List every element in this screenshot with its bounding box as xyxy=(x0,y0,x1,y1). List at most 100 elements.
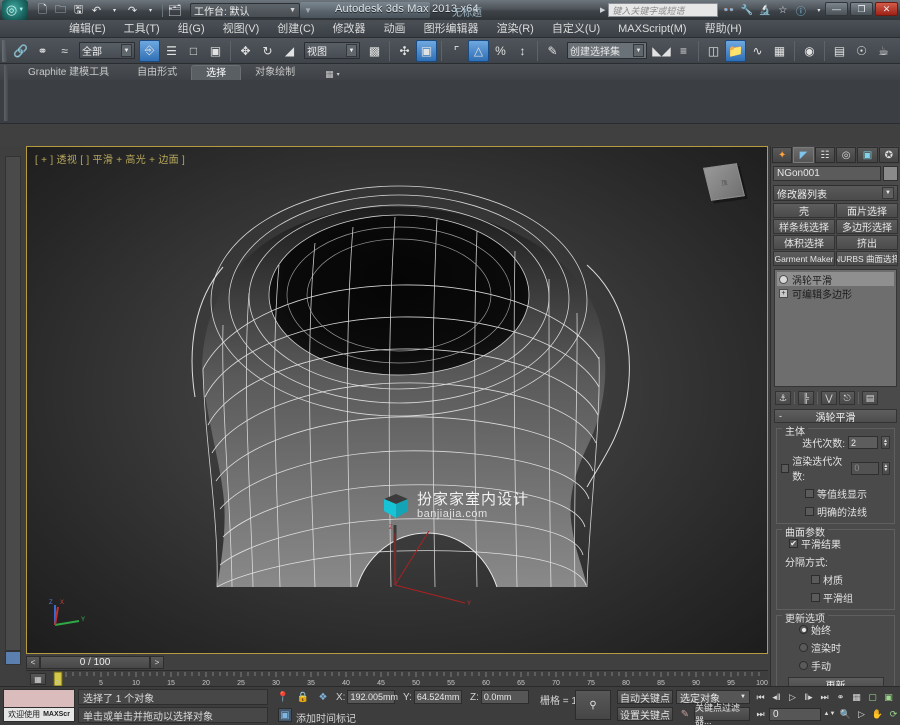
iterations-field[interactable]: 2 xyxy=(848,436,878,449)
modifier-button-spline-select[interactable]: 样条线选择 xyxy=(773,219,835,234)
render-production-icon[interactable]: ☕ xyxy=(873,40,894,62)
next-frame-icon[interactable]: ‖▸ xyxy=(801,690,816,704)
zoom-region-icon[interactable]: ▷ xyxy=(854,707,869,721)
key-mode-toggle-icon[interactable]: ⚭ xyxy=(833,690,848,704)
key-toggle-button[interactable]: ⚲ xyxy=(575,690,611,720)
modifier-stack[interactable]: 涡轮平滑 + 可编辑多边形 xyxy=(774,269,897,387)
modifier-button-extrude[interactable]: 挤出 xyxy=(836,235,898,250)
coord-x-field[interactable]: 192.005mm xyxy=(347,690,398,704)
time-configuration-icon[interactable]: ▦ xyxy=(849,690,864,704)
menu-create[interactable]: 创建(C) xyxy=(268,20,323,38)
goto-start-icon[interactable]: ⏮ xyxy=(753,690,768,704)
application-menu-button[interactable]: ◎ ▼ xyxy=(2,0,28,20)
render-setup-icon[interactable]: ▤ xyxy=(829,40,850,62)
pin-stack-icon[interactable]: ⚓ xyxy=(775,391,791,405)
schematic-view-icon[interactable]: ▦ xyxy=(769,40,790,62)
open-file-icon[interactable]: 🗀 xyxy=(52,2,69,18)
select-and-manipulate-icon[interactable]: ✣ xyxy=(394,40,415,62)
lightbulb-icon[interactable] xyxy=(779,274,788,284)
modifier-button-vol-select[interactable]: 体积选择 xyxy=(773,235,835,250)
explicit-normals-checkbox[interactable] xyxy=(805,507,814,516)
percent-snap-toggle-icon[interactable]: % xyxy=(490,40,511,62)
iterations-spinner[interactable]: ▲ ▼ xyxy=(881,436,890,449)
selection-filter-combo[interactable]: 全部 ▼ xyxy=(79,42,135,59)
pan-icon[interactable]: ✋ xyxy=(870,707,885,721)
modifier-button-shell[interactable]: 壳 xyxy=(773,203,835,218)
select-object-icon[interactable]: ⎆ xyxy=(139,39,160,62)
make-unique-icon[interactable]: ⋁ xyxy=(821,391,837,405)
modifier-button-garment-maker[interactable]: Garment Maker xyxy=(773,251,835,266)
workspace-selector[interactable]: 工作台: 默认 ▼ xyxy=(190,2,300,18)
add-time-tag-icon[interactable]: ▣ xyxy=(278,708,292,722)
goto-end-frame-icon[interactable]: ⏭ xyxy=(753,707,768,721)
menu-views[interactable]: 视图(V) xyxy=(214,20,269,38)
modifier-button-poly-select[interactable]: 多边形选择 xyxy=(836,219,898,234)
perspective-viewport[interactable]: [ + ] 透视 [ ] 平滑 + 高光 + 边面 ] 顶 Z Y 扮家家室内设… xyxy=(27,147,767,653)
left-toolbar-strip[interactable] xyxy=(5,156,21,651)
redo-dropdown-icon[interactable]: ▾ xyxy=(142,2,159,18)
utilities-tab[interactable]: ✪ xyxy=(878,147,899,163)
keyboard-shortcut-override-icon[interactable]: ▣ xyxy=(416,39,437,62)
key-filter-pencil-icon[interactable]: ✎ xyxy=(678,707,692,721)
orbit-icon[interactable]: ⟳ xyxy=(886,707,900,721)
modifier-button-patch-select[interactable]: 面片选择 xyxy=(836,203,898,218)
mirror-icon[interactable]: ◣◢ xyxy=(651,40,672,62)
window-crossing-icon[interactable]: ▣ xyxy=(205,40,226,62)
save-file-icon[interactable]: 🖫 xyxy=(70,2,87,18)
show-end-result-icon[interactable]: ╠ xyxy=(798,391,814,405)
coord-z-field[interactable]: 0.0mm xyxy=(480,690,529,704)
prev-frame-icon[interactable]: ◂‖ xyxy=(769,690,784,704)
track-bar[interactable]: ▦ 0 5 10 15 20 25 30 35 40 45 50 55 60 6… xyxy=(26,670,768,687)
chevron-down-icon[interactable]: ▾ xyxy=(337,71,340,78)
modifier-button-nurbs-select[interactable]: NURBS 曲面选择 xyxy=(836,251,898,266)
render-iterations-checkbox[interactable] xyxy=(781,463,790,473)
snap-toggle-icon[interactable]: ⌜ xyxy=(446,40,467,62)
create-tab[interactable]: ✦ xyxy=(772,147,793,163)
menu-graph-editors[interactable]: 图形编辑器 xyxy=(415,20,488,38)
toolbar-grip[interactable] xyxy=(2,39,7,62)
pin-stack-icon[interactable]: 📍 xyxy=(276,690,290,704)
ribbon-display-icon[interactable]: ▦ xyxy=(325,69,334,80)
ribbon-tab-object-paint[interactable]: 对象绘制 xyxy=(241,65,309,80)
left-toolbar-accent[interactable] xyxy=(5,651,21,665)
select-and-scale-icon[interactable]: ◢ xyxy=(279,40,300,62)
object-color-swatch[interactable] xyxy=(883,166,898,181)
ribbon-grip[interactable] xyxy=(4,65,8,121)
render-iterations-field[interactable]: 0 xyxy=(851,461,879,475)
binoculars-icon[interactable]: 👓 xyxy=(721,3,736,17)
update-render-radio[interactable] xyxy=(799,643,808,652)
absolute-transform-icon[interactable]: ❖ xyxy=(316,690,330,704)
key-filters-button[interactable]: 关键点过滤器... xyxy=(694,703,750,725)
minimize-button[interactable]: — xyxy=(825,2,848,16)
help-icon[interactable]: ⓘ xyxy=(793,3,808,18)
scene-explorer-icon[interactable]: 📁 xyxy=(725,39,746,62)
goto-end-icon[interactable]: ⏭ xyxy=(817,690,832,704)
use-pivot-point-center-icon[interactable]: ▩ xyxy=(364,40,385,62)
current-frame-field[interactable]: 0 / 100 xyxy=(40,656,150,669)
bind-space-warp-icon[interactable]: ≈ xyxy=(54,40,75,62)
edit-named-selection-sets-icon[interactable]: ✎ xyxy=(542,40,563,62)
remove-modifier-icon[interactable]: ⎋ xyxy=(839,391,855,405)
display-tab[interactable]: ▣ xyxy=(857,147,878,163)
modify-tab[interactable]: ◤ xyxy=(793,147,814,163)
set-key-button[interactable]: 设置关键点 xyxy=(617,707,673,722)
menu-maxscript[interactable]: MAXScript(M) xyxy=(609,20,695,38)
auto-key-button[interactable]: 自动关键点 xyxy=(617,690,673,705)
reference-coordinate-combo[interactable]: 视图 ▼ xyxy=(304,42,360,59)
unlink-selection-icon[interactable]: ⚭ xyxy=(32,40,53,62)
ribbon-tab-freeform[interactable]: 自由形式 xyxy=(123,65,191,80)
rectangular-selection-region-icon[interactable]: □ xyxy=(183,40,204,62)
curve-editor-icon[interactable]: ∿ xyxy=(747,40,768,62)
menu-help[interactable]: 帮助(H) xyxy=(696,20,751,38)
undo-dropdown-icon[interactable]: ▾ xyxy=(106,2,123,18)
microscope-icon[interactable]: 🔬 xyxy=(757,3,772,17)
lock-icon[interactable]: 🔒 xyxy=(296,690,310,704)
ribbon-tab-graphite-modeling[interactable]: Graphite 建模工具 xyxy=(14,65,123,80)
menu-rendering[interactable]: 渲染(R) xyxy=(488,20,543,38)
material-checkbox[interactable] xyxy=(811,575,820,584)
maxscript-input-area[interactable] xyxy=(3,689,75,708)
named-selection-set-combo[interactable]: 创建选择集 ▼ xyxy=(567,42,647,59)
isoline-display-checkbox[interactable] xyxy=(805,489,814,498)
select-and-move-icon[interactable]: ✥ xyxy=(235,40,256,62)
hierarchy-tab[interactable]: ☷ xyxy=(814,147,835,163)
